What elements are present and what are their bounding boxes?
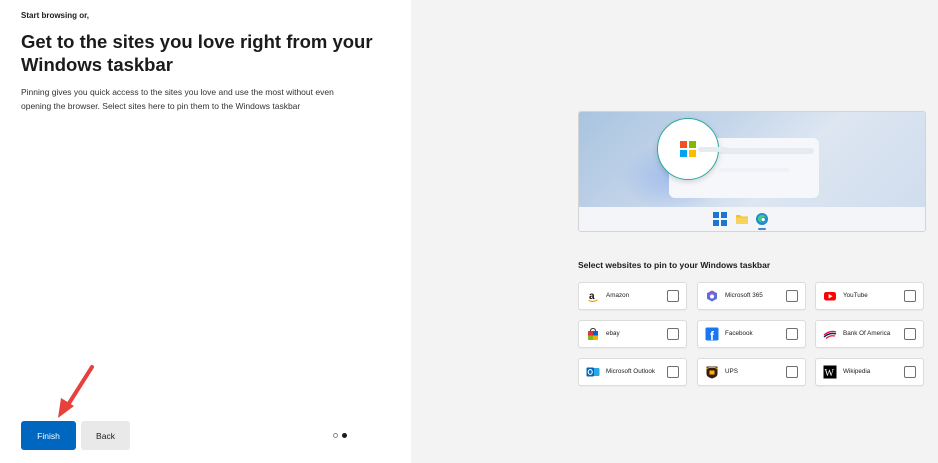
site-checkbox-facebook[interactable]	[786, 328, 798, 340]
site-label: Microsoft Outlook	[606, 368, 655, 375]
site-label: Amazon	[606, 292, 630, 299]
page-description: Pinning gives you quick access to the si…	[21, 87, 334, 111]
site-label: Facebook	[725, 330, 753, 337]
site-label: Bank Of America	[843, 330, 891, 337]
site-checkbox-youtube[interactable]	[904, 290, 916, 302]
site-tile-microsoft-365[interactable]: Microsoft 365	[697, 282, 806, 310]
bank-of-america-icon	[823, 330, 837, 339]
page-dot-2[interactable]	[342, 433, 347, 438]
page-dot-1[interactable]	[333, 433, 338, 438]
site-tile-ebay[interactable]: ebay	[578, 320, 687, 348]
page-indicator	[333, 433, 347, 438]
pin-websites-heading: Select websites to pin to your Windows t…	[578, 260, 771, 270]
left-pane: Start browsing or, Get to the sites you …	[0, 0, 411, 463]
site-tile-ups[interactable]: UPS	[697, 358, 806, 386]
site-tile-wikipedia[interactable]: W Wikipedia	[815, 358, 924, 386]
amazon-icon: a	[588, 291, 598, 302]
site-tile-youtube[interactable]: YouTube	[815, 282, 924, 310]
site-tile-microsoft-outlook[interactable]: Microsoft Outlook	[578, 358, 687, 386]
magnifier-illustration	[657, 118, 728, 180]
file-explorer-icon	[736, 215, 748, 224]
site-checkbox-bank-of-america[interactable]	[904, 328, 916, 340]
ebay-icon	[588, 327, 598, 340]
taskbar-illustration	[579, 207, 925, 231]
edge-browser-icon	[756, 213, 768, 225]
outlook-icon	[586, 367, 600, 377]
wikipedia-icon: W	[823, 365, 837, 379]
finish-button[interactable]: Finish	[21, 421, 76, 450]
svg-text:W: W	[825, 368, 835, 379]
ups-icon	[706, 366, 718, 379]
svg-text:a: a	[589, 291, 595, 302]
taskbar-preview-illustration	[578, 111, 926, 232]
site-label: ebay	[606, 330, 620, 337]
microsoft-365-icon	[707, 290, 717, 302]
kicker-text: Start browsing or,	[21, 11, 90, 20]
site-label: YouTube	[843, 292, 868, 299]
page-title: Get to the sites you love right from you…	[21, 31, 373, 75]
desktop-background	[579, 112, 925, 212]
site-checkbox-ups[interactable]	[786, 366, 798, 378]
youtube-icon	[824, 292, 836, 301]
site-label: Microsoft 365	[725, 292, 763, 299]
site-tile-bank-of-america[interactable]: Bank Of America	[815, 320, 924, 348]
back-button[interactable]: Back	[81, 421, 130, 450]
site-checkbox-amazon[interactable]	[667, 290, 679, 302]
site-checkbox-ebay[interactable]	[667, 328, 679, 340]
annotation-arrow-icon	[58, 365, 94, 418]
site-checkbox-microsoft-365[interactable]	[786, 290, 798, 302]
site-label: UPS	[725, 368, 738, 375]
microsoft-logo-icon	[680, 141, 696, 157]
site-checkbox-wikipedia[interactable]	[904, 366, 916, 378]
site-checkbox-microsoft-outlook[interactable]	[667, 366, 679, 378]
facebook-icon: f	[705, 327, 719, 341]
site-tile-facebook[interactable]: f Facebook	[697, 320, 806, 348]
site-label: Wikipedia	[843, 368, 871, 375]
site-tile-amazon[interactable]: a Amazon	[578, 282, 687, 310]
windows-start-icon	[713, 212, 727, 226]
